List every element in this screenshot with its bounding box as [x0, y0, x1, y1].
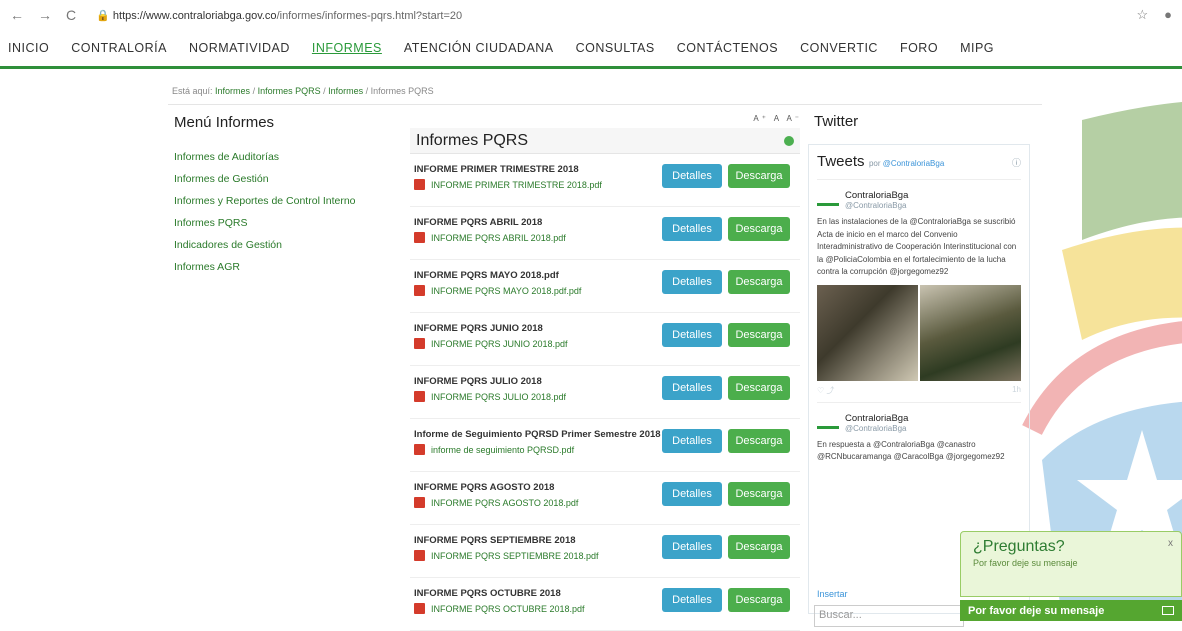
pdf-icon: [414, 550, 425, 561]
breadcrumb: Está aquí: Informes / Informes PQRS / In…: [172, 86, 434, 96]
report-list: INFORME PRIMER TRIMESTRE 2018 INFORME PRI…: [410, 154, 800, 631]
sidebar-title: Menú Informes: [174, 114, 275, 131]
browser-toolbar: ← → C 🔒 https://www.contraloriabga.gov.c…: [0, 0, 1182, 30]
details-button[interactable]: Detalles: [662, 429, 722, 453]
chat-bar[interactable]: Por favor deje su mensaje: [960, 600, 1182, 621]
page-title: Informes PQRS: [416, 131, 529, 149]
avatar[interactable]: [817, 194, 839, 206]
reports-panel: A⁺ A A⁻ Informes PQRS INFORME PRIMER TRI…: [410, 114, 802, 631]
pdf-icon: [414, 603, 425, 614]
breadcrumb-link[interactable]: Informes: [215, 86, 250, 96]
report-row: INFORME PQRS AGOSTO 2018 INFORME PQRS AGO…: [410, 472, 800, 525]
report-row: Informe de Seguimiento PQRSD Primer Seme…: [410, 419, 800, 472]
details-button[interactable]: Detalles: [662, 270, 722, 294]
panel-header: Informes PQRS: [410, 128, 800, 154]
tweet-time: 1h: [1012, 384, 1021, 394]
report-row: INFORME PQRS JUNIO 2018 INFORME PQRS JUNI…: [410, 313, 800, 366]
breadcrumb-current: Informes PQRS: [370, 86, 434, 96]
sidebar-item[interactable]: Informes AGR: [174, 261, 394, 273]
tweet-photos[interactable]: [817, 284, 1021, 381]
tweet-text: En respuesta a @ContraloriaBga @canastro…: [817, 439, 1005, 462]
embed-link[interactable]: Insertar: [817, 589, 848, 599]
twitter-heading: Twitter: [814, 113, 859, 130]
nav-contraloria[interactable]: CONTRALORÍA: [71, 41, 167, 55]
reply-icon[interactable]: ♡ ⤴: [817, 385, 834, 396]
sidebar-item[interactable]: Informes PQRS: [174, 217, 394, 229]
tweet: ContraloriaBga @ContraloriaBga En las in…: [817, 190, 1021, 396]
nav-convertic[interactable]: CONVERTIC: [800, 41, 878, 55]
chat-subtitle: Por favor deje su mensaje: [973, 558, 1078, 568]
pdf-icon: [414, 338, 425, 349]
nav-foro[interactable]: FORO: [900, 41, 938, 55]
details-button[interactable]: Detalles: [662, 376, 722, 400]
lock-icon: 🔒: [96, 9, 110, 22]
details-button[interactable]: Detalles: [662, 217, 722, 241]
info-icon[interactable]: ⓘ: [1012, 156, 1021, 169]
nav-divider: [0, 66, 1182, 69]
nav-normatividad[interactable]: NORMATIVIDAD: [189, 41, 290, 55]
star-icon[interactable]: ☆: [1136, 7, 1148, 23]
nav-informes[interactable]: INFORMES: [312, 41, 382, 55]
add-icon[interactable]: [784, 135, 794, 146]
tweet-text: En las instalaciones de la @ContraloriaB…: [817, 217, 1017, 276]
pdf-icon: [414, 391, 425, 402]
timeline-handle-link[interactable]: @ContraloriaBga: [883, 159, 944, 168]
nav-mipg[interactable]: MIPG: [960, 41, 994, 55]
report-row: INFORME PRIMER TRIMESTRE 2018 INFORME PRI…: [410, 154, 800, 207]
download-button[interactable]: Descarga: [728, 429, 790, 453]
breadcrumb-link[interactable]: Informes PQRS: [258, 86, 321, 96]
reload-icon[interactable]: C: [66, 7, 76, 23]
details-button[interactable]: Detalles: [662, 164, 722, 188]
extension-icon[interactable]: ●: [1164, 7, 1172, 23]
sidebar-item[interactable]: Indicadores de Gestión: [174, 239, 394, 251]
close-icon[interactable]: x: [1168, 538, 1173, 549]
details-button[interactable]: Detalles: [662, 323, 722, 347]
download-button[interactable]: Descarga: [728, 270, 790, 294]
sidebar-item[interactable]: Informes de Auditorías: [174, 151, 394, 163]
chat-title: ¿Preguntas?: [973, 538, 1065, 555]
report-row: INFORME PQRS SEPTIEMBRE 2018 INFORME PQRS…: [410, 525, 800, 578]
breadcrumb-link[interactable]: Informes: [328, 86, 363, 96]
pdf-icon: [414, 232, 425, 243]
sidebar-item[interactable]: Informes de Gestión: [174, 173, 394, 185]
nav-consultas[interactable]: CONSULTAS: [576, 41, 655, 55]
tweet: ContraloriaBga @ContraloriaBga En respue…: [817, 401, 1021, 464]
report-row: INFORME PQRS OCTUBRE 2018 INFORME PQRS OC…: [410, 578, 800, 631]
download-button[interactable]: Descarga: [728, 535, 790, 559]
search-input[interactable]: Buscar...: [814, 605, 964, 627]
details-button[interactable]: Detalles: [662, 482, 722, 506]
report-row: INFORME PQRS JULIO 2018 INFORME PQRS JULI…: [410, 366, 800, 419]
download-button[interactable]: Descarga: [728, 323, 790, 347]
download-button[interactable]: Descarga: [728, 164, 790, 188]
forward-icon[interactable]: →: [38, 7, 52, 23]
main-nav: INICIO CONTRALORÍA NORMATIVIDAD INFORMES…: [0, 30, 1182, 66]
nav-contactenos[interactable]: CONTÁCTENOS: [677, 41, 778, 55]
download-button[interactable]: Descarga: [728, 217, 790, 241]
mail-icon: [1162, 606, 1174, 615]
breadcrumb-divider: [168, 104, 1042, 105]
details-button[interactable]: Detalles: [662, 535, 722, 559]
report-row: INFORME PQRS ABRIL 2018 INFORME PQRS ABRI…: [410, 207, 800, 260]
pdf-icon: [414, 497, 425, 508]
timeline-title: Tweets: [817, 153, 865, 170]
pdf-icon: [414, 444, 425, 455]
avatar[interactable]: [817, 417, 839, 429]
download-button[interactable]: Descarga: [728, 482, 790, 506]
pdf-icon: [414, 285, 425, 296]
address-bar[interactable]: 🔒 https://www.contraloriabga.gov.co/info…: [96, 9, 462, 22]
download-button[interactable]: Descarga: [728, 588, 790, 612]
sidebar-item[interactable]: Informes y Reportes de Control Interno: [174, 195, 394, 207]
pdf-icon: [414, 179, 425, 190]
download-button[interactable]: Descarga: [728, 376, 790, 400]
nav-inicio[interactable]: INICIO: [8, 41, 49, 55]
details-button[interactable]: Detalles: [662, 588, 722, 612]
chat-widget[interactable]: ¿Preguntas? Por favor deje su mensaje x: [960, 531, 1182, 597]
report-row: INFORME PQRS MAYO 2018.pdf INFORME PQRS M…: [410, 260, 800, 313]
back-icon[interactable]: ←: [10, 7, 24, 23]
text-size-controls[interactable]: A⁺ A A⁻: [753, 114, 802, 123]
sidebar: Menú Informes Informes de Auditorías Inf…: [174, 114, 394, 283]
nav-atencion[interactable]: ATENCIÓN CIUDADANA: [404, 41, 554, 55]
